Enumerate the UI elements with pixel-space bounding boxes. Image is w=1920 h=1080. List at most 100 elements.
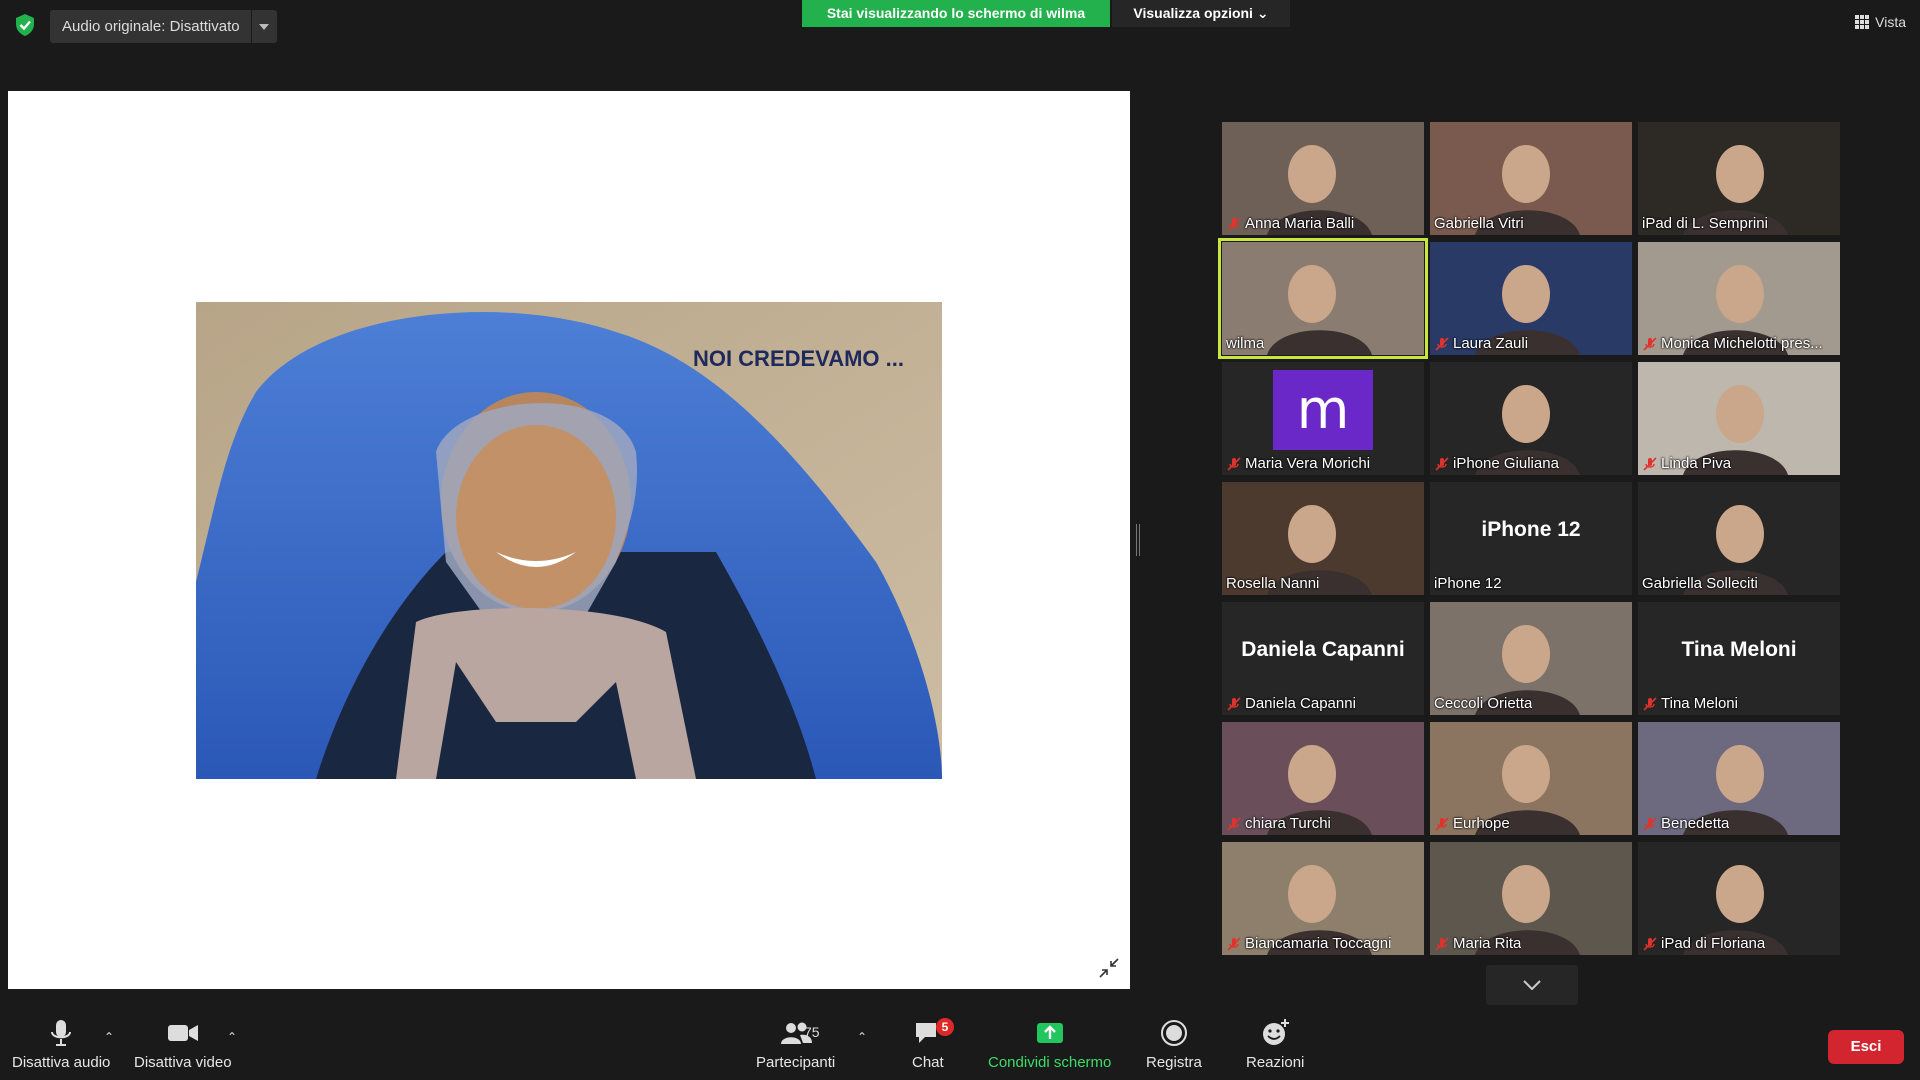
muted-microphone-icon: [1643, 696, 1657, 711]
chat-unread-badge: 5: [936, 1018, 954, 1036]
share-screen-button[interactable]: Condividi schermo: [988, 1018, 1111, 1071]
chat-button[interactable]: 5 Chat: [912, 1018, 954, 1071]
participant-tile[interactable]: Linda Piva: [1638, 362, 1840, 475]
participant-name-label: Benedetta: [1642, 815, 1729, 832]
original-audio-label[interactable]: Audio originale: Disattivato: [50, 10, 251, 43]
muted-microphone-icon: [1227, 456, 1241, 471]
resize-handle[interactable]: [1136, 524, 1140, 556]
muted-microphone-icon: [1435, 456, 1449, 471]
participant-name-label: iPhone Giuliana: [1434, 455, 1559, 472]
participants-count: 75: [804, 1024, 820, 1040]
stop-video-button[interactable]: Disattiva video: [134, 1018, 232, 1071]
record-icon: [1160, 1020, 1187, 1046]
participant-name-label: chiara Turchi: [1226, 815, 1331, 832]
participant-name: Laura Zauli: [1453, 335, 1529, 352]
participant-name-label: Maria Vera Morichi: [1226, 455, 1370, 472]
participant-tile[interactable]: Biancamaria Toccagni: [1222, 842, 1424, 955]
participant-name: Linda Piva: [1661, 455, 1732, 472]
participant-tile[interactable]: chiara Turchi: [1222, 722, 1424, 835]
participant-tile[interactable]: Laura Zauli: [1430, 242, 1632, 355]
bottom-toolbar: Disattiva audio ⌃ Disattiva video ⌃ 75 P…: [0, 1010, 1920, 1080]
participant-name-label: Rosella Nanni: [1226, 575, 1319, 592]
view-button[interactable]: Vista: [1855, 8, 1906, 36]
participant-name: iPad di L. Semprini: [1642, 215, 1768, 232]
leave-meeting-button[interactable]: Esci: [1828, 1030, 1904, 1064]
muted-microphone-icon: [1227, 216, 1241, 231]
participant-name-label: Biancamaria Toccagni: [1226, 935, 1391, 952]
participant-name: wilma: [1226, 335, 1265, 352]
participant-tile[interactable]: Maria Rita: [1430, 842, 1632, 955]
share-screen-icon: [1036, 1023, 1063, 1043]
exit-fullscreen-icon[interactable]: [1098, 957, 1120, 979]
shared-screen[interactable]: NOI CREDEVAMO ...: [8, 91, 1130, 989]
audio-options-chevron-icon[interactable]: ⌃: [104, 1030, 114, 1044]
participant-name-label: iPad di L. Semprini: [1642, 215, 1768, 232]
view-options-label: Visualizza opzioni: [1133, 5, 1253, 21]
participant-tile[interactable]: wilma: [1218, 238, 1428, 359]
chevron-down-icon: [1523, 980, 1541, 990]
participant-name: Tina Meloni: [1661, 695, 1738, 712]
participant-name: Gabriella Solleciti: [1642, 575, 1758, 592]
participant-name-label: iPhone 12: [1434, 575, 1502, 592]
original-audio-control[interactable]: Audio originale: Disattivato: [50, 10, 277, 43]
participant-tile[interactable]: m Maria Vera Morichi: [1222, 362, 1424, 475]
participant-name-label: Gabriella Vitri: [1434, 215, 1524, 232]
participant-name-label: Ceccoli Orietta: [1434, 695, 1532, 712]
participant-tile[interactable]: Daniela Capanni Daniela Capanni: [1222, 602, 1424, 715]
participant-name-label: Daniela Capanni: [1226, 695, 1356, 712]
muted-microphone-icon: [1227, 696, 1241, 711]
muted-microphone-icon: [1227, 816, 1241, 831]
emoji-plus-icon: [1263, 1019, 1290, 1045]
grid-icon: [1855, 15, 1870, 29]
participant-tile[interactable]: Rosella Nanni: [1222, 482, 1424, 595]
muted-microphone-icon: [1643, 816, 1657, 831]
record-button[interactable]: Registra: [1146, 1018, 1202, 1071]
participant-name: iPhone 12: [1434, 575, 1502, 592]
muted-microphone-icon: [1643, 456, 1657, 471]
participants-button[interactable]: 75 Partecipanti: [756, 1018, 835, 1071]
share-screen-label: Condividi schermo: [988, 1054, 1112, 1071]
mute-audio-button[interactable]: Disattiva audio: [12, 1018, 110, 1071]
record-label: Registra: [1146, 1054, 1202, 1071]
participant-tile[interactable]: Gabriella Solleciti: [1638, 482, 1840, 595]
participant-name: Ceccoli Orietta: [1434, 695, 1533, 712]
participant-tile[interactable]: Ceccoli Orietta: [1430, 602, 1632, 715]
participant-display-name: Daniela Capanni: [1241, 638, 1405, 661]
participant-name-label: Tina Meloni: [1642, 695, 1738, 712]
view-options-button[interactable]: Visualizza opzioni ⌄: [1112, 0, 1290, 27]
participant-tile[interactable]: iPad di L. Semprini: [1638, 122, 1840, 235]
chat-label: Chat: [912, 1054, 944, 1071]
participant-tile[interactable]: Anna Maria Balli: [1222, 122, 1424, 235]
participant-tile[interactable]: Benedetta: [1638, 722, 1840, 835]
chevron-down-icon[interactable]: [250, 10, 277, 43]
participant-tile[interactable]: iPad di Floriana: [1638, 842, 1840, 955]
muted-microphone-icon: [1643, 936, 1657, 951]
participant-tile[interactable]: iPhone 12 iPhone 12: [1430, 482, 1632, 595]
stop-video-label: Disattiva video: [134, 1054, 232, 1071]
video-options-chevron-icon[interactable]: ⌃: [227, 1030, 237, 1044]
muted-microphone-icon: [1435, 936, 1449, 951]
participant-name-label: Laura Zauli: [1434, 335, 1528, 352]
reactions-button[interactable]: Reazioni: [1246, 1018, 1304, 1071]
participant-tile[interactable]: Gabriella Vitri: [1430, 122, 1632, 235]
participant-name-label: Monica Michelotti pres...: [1642, 335, 1823, 352]
gallery-scroll-down-button[interactable]: [1486, 965, 1578, 1005]
view-label: Vista: [1875, 14, 1906, 30]
participant-name: Maria Rita: [1453, 935, 1522, 952]
participant-name-label: Anna Maria Balli: [1226, 215, 1354, 232]
participant-tile[interactable]: iPhone Giuliana: [1430, 362, 1632, 475]
participant-name-label: Maria Rita: [1434, 935, 1521, 952]
participant-name: Biancamaria Toccagni: [1245, 935, 1392, 952]
participant-name: Benedetta: [1661, 815, 1730, 832]
participant-tile[interactable]: Tina Meloni Tina Meloni: [1638, 602, 1840, 715]
participant-name: Eurhope: [1453, 815, 1510, 832]
muted-microphone-icon: [1435, 816, 1449, 831]
participants-options-chevron-icon[interactable]: ⌃: [857, 1030, 867, 1044]
participant-tile[interactable]: Eurhope: [1430, 722, 1632, 835]
participant-name: chiara Turchi: [1245, 815, 1331, 832]
participant-name-label: wilma: [1226, 335, 1264, 352]
microphone-icon: [51, 1020, 72, 1046]
participant-name: Gabriella Vitri: [1434, 215, 1524, 232]
security-shield-icon[interactable]: [14, 13, 36, 37]
participant-tile[interactable]: Monica Michelotti pres...: [1638, 242, 1840, 355]
